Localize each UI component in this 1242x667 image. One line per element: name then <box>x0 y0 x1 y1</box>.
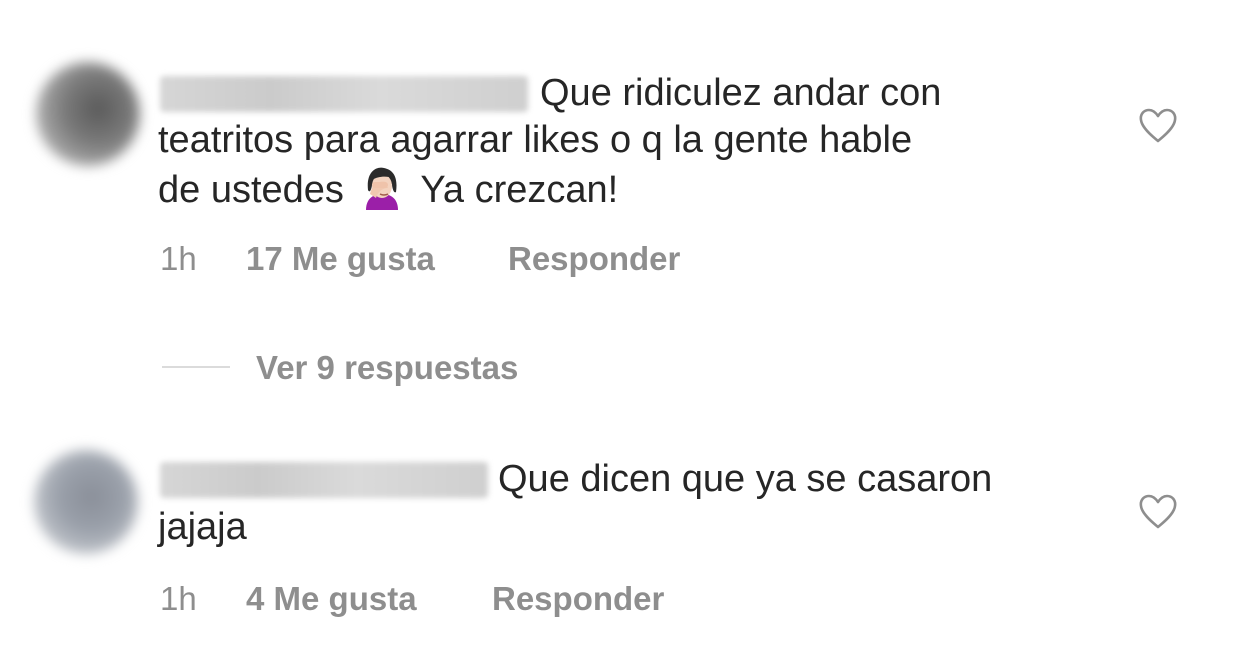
comment-text-line-3: de ustedes Ya crezcan! <box>158 164 618 214</box>
username[interactable] <box>160 76 528 112</box>
comment-text-line-2: teatritos para agarrar likes o q la gent… <box>158 119 913 161</box>
comment-text-segment: de ustedes <box>158 169 344 211</box>
replies-divider <box>162 366 230 368</box>
likes-count[interactable]: 4 Me gusta <box>246 580 417 618</box>
comment-text-line-2: jajaja <box>158 506 247 548</box>
avatar[interactable] <box>34 450 138 554</box>
view-replies-button[interactable]: Ver 9 respuestas <box>256 349 518 387</box>
comment-text-segment: Ya crezcan! <box>420 169 619 211</box>
comment-text-line-1: Que ridiculez andar con <box>540 72 942 114</box>
heart-outline-icon[interactable] <box>1138 494 1178 530</box>
comment-time: 1h <box>160 240 197 277</box>
woman-facepalming-emoji <box>366 167 399 210</box>
comment-text-line-1: Que dicen que ya se casaron <box>498 458 993 500</box>
reply-button[interactable]: Responder <box>508 240 680 278</box>
avatar[interactable] <box>36 62 140 166</box>
username[interactable] <box>160 462 488 498</box>
heart-outline-icon[interactable] <box>1138 108 1178 144</box>
likes-count[interactable]: 17 Me gusta <box>246 240 435 278</box>
comment-time: 1h <box>160 580 197 617</box>
reply-button[interactable]: Responder <box>492 580 664 618</box>
